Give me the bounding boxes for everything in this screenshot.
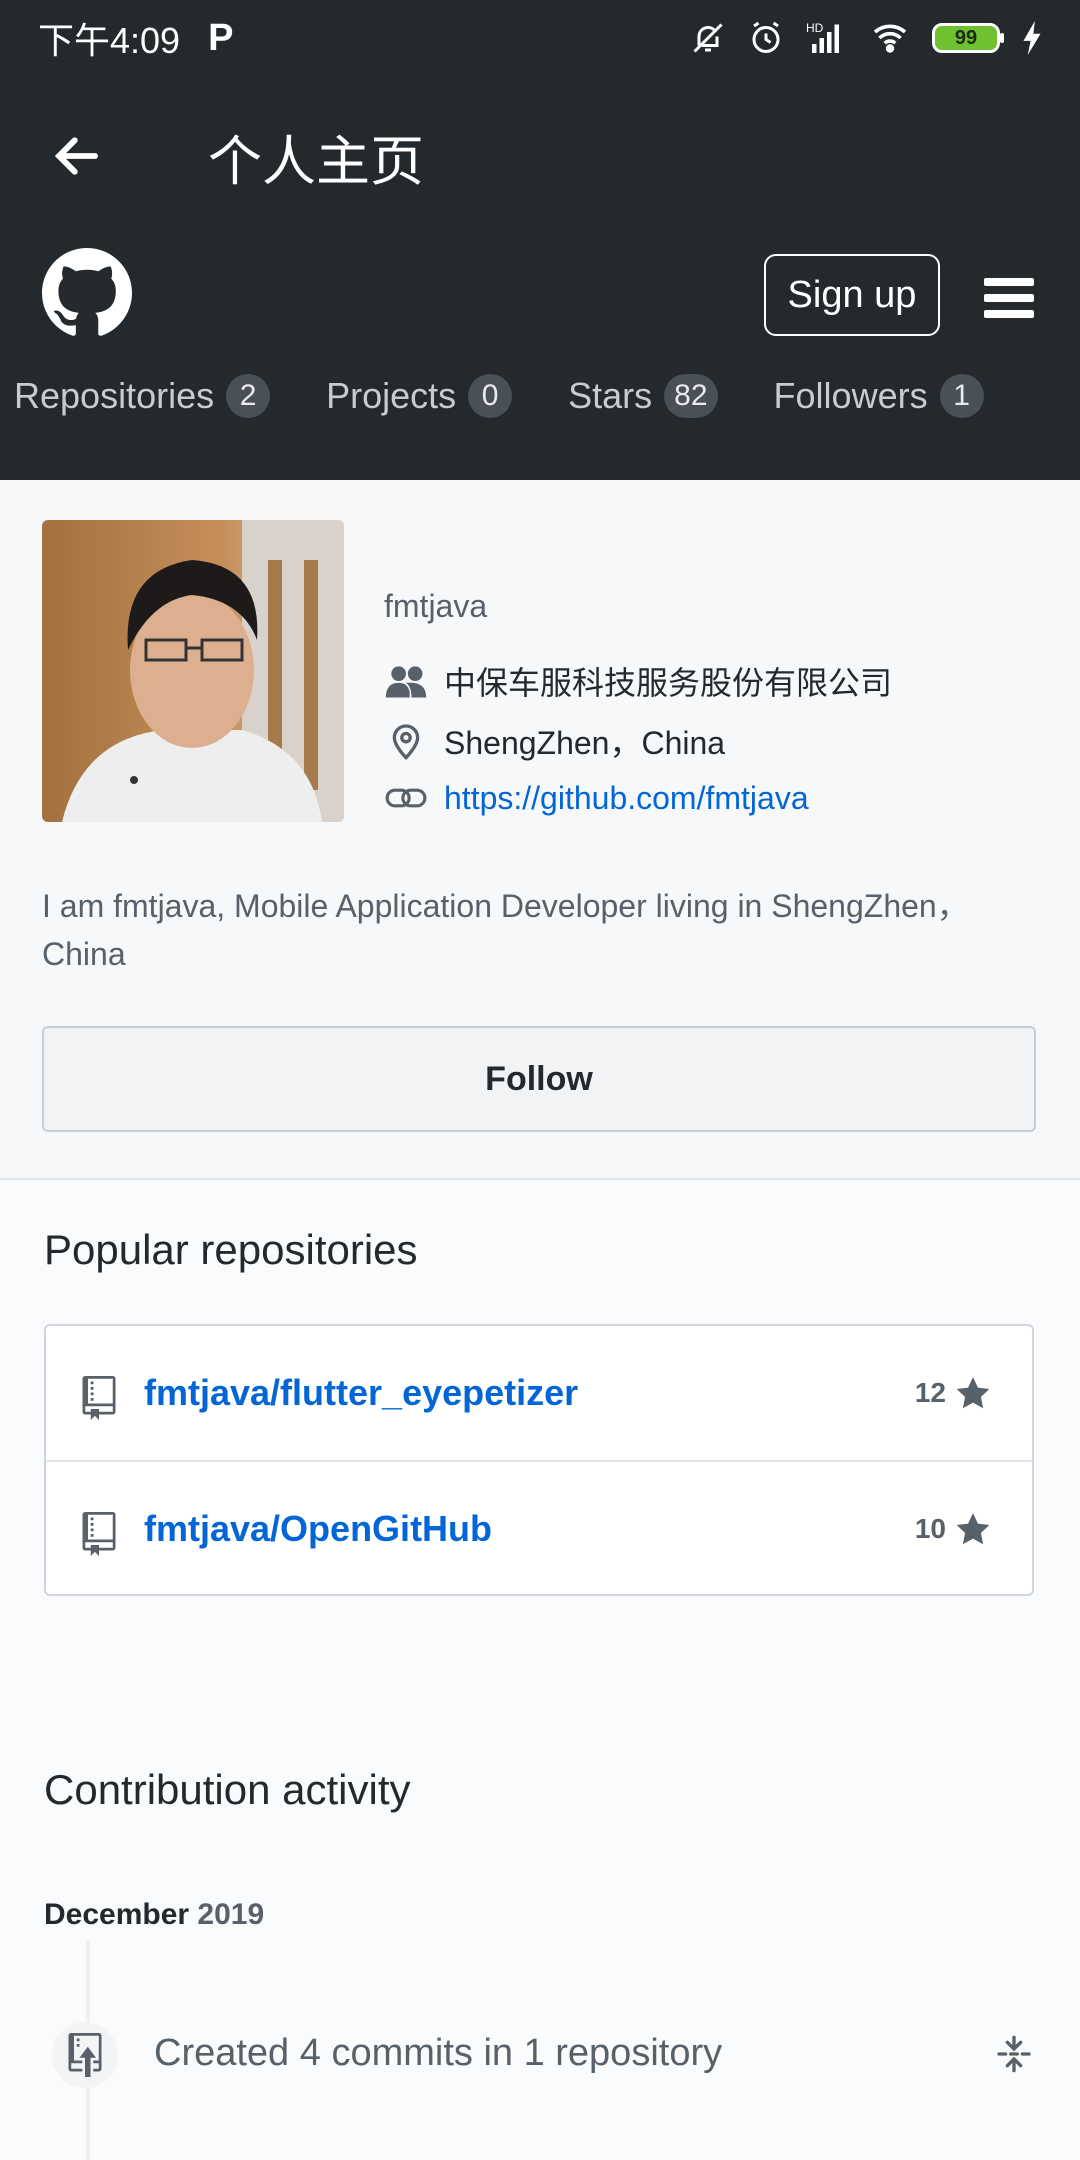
website-link[interactable]: https://github.com/fmtjava: [444, 780, 809, 817]
profile-tabs: Repositories 2 Projects 0 Stars 82 Follo…: [14, 374, 984, 418]
activity-month: December 2019: [44, 1898, 264, 1932]
popular-repositories-title: Popular repositories: [44, 1226, 418, 1273]
unfold-icon[interactable]: [994, 2032, 1034, 2076]
profile-bio: I am fmtjava, Mobile Application Develop…: [42, 888, 969, 972]
status-time: 下午4:09: [38, 20, 181, 61]
charging-icon: [1023, 21, 1041, 55]
tab-label: Stars: [568, 375, 653, 416]
tab-label: Projects: [326, 375, 457, 416]
repo-name-link[interactable]: fmtjava/OpenGitHub: [144, 1508, 492, 1550]
star-count: 12: [914, 1377, 946, 1408]
list-item[interactable]: fmtjava/flutter_eyepetizer 12: [46, 1326, 1032, 1460]
month-label: December: [44, 1898, 190, 1931]
organization-row: 中保车服科技服务股份有限公司: [384, 658, 892, 704]
tab-followers[interactable]: Followers 1: [774, 374, 984, 418]
tab-repositories[interactable]: Repositories 2: [14, 374, 271, 418]
menu-icon[interactable]: [984, 278, 1034, 318]
repo-icon: [82, 1512, 116, 1556]
back-arrow-icon[interactable]: [50, 129, 104, 183]
star-count: 10: [914, 1513, 946, 1544]
tab-count: 82: [664, 374, 718, 418]
tab-projects[interactable]: Projects 0: [326, 374, 513, 418]
popular-repos-list: fmtjava/flutter_eyepetizer 12 fmtjava/Op…: [44, 1324, 1034, 1596]
status-bar: 下午4:09 P HD 99: [0, 0, 1080, 76]
mute-icon: [693, 23, 723, 53]
activity-item-text: Created 4 commits in 1 repository: [154, 2032, 723, 2074]
battery-icon: 99: [932, 23, 1004, 53]
repo-push-icon: [68, 2033, 102, 2077]
tab-count: 1: [939, 374, 984, 418]
follow-button[interactable]: Follow: [42, 1026, 1036, 1132]
avatar[interactable]: [42, 520, 344, 822]
profile-username: fmtjava: [384, 588, 488, 624]
page-title: 个人主页: [208, 131, 424, 192]
tab-count: 2: [226, 374, 271, 418]
year-label: 2019: [197, 1898, 265, 1931]
location-pin-icon: [392, 724, 420, 761]
svg-text:HD: HD: [806, 21, 824, 35]
link-icon: [385, 788, 427, 808]
tab-count: 0: [468, 374, 513, 418]
sign-up-button[interactable]: Sign up: [764, 254, 940, 336]
signal-icon: HD: [806, 21, 839, 53]
tab-label: Followers: [773, 375, 928, 416]
website-row: https://github.com/fmtjava: [384, 778, 809, 818]
tab-label: Repositories: [14, 375, 215, 416]
app-bar: 个人主页: [0, 76, 1080, 236]
repo-stars: 10: [915, 1510, 992, 1548]
app-indicator-icon: P: [208, 16, 234, 59]
alarm-icon: [752, 21, 780, 53]
star-icon: [956, 1377, 990, 1409]
location-row: ShengZhen，China: [384, 718, 725, 764]
list-item[interactable]: fmtjava/OpenGitHub 10: [46, 1460, 1032, 1596]
wifi-icon: [873, 24, 907, 53]
repo-icon: [82, 1376, 116, 1420]
repo-name-link[interactable]: fmtjava/flutter_eyepetizer: [144, 1372, 578, 1414]
location-text: ShengZhen，China: [444, 725, 726, 761]
tab-stars[interactable]: Stars 82: [568, 374, 718, 418]
organization-text: 中保车服科技服务股份有限公司: [444, 665, 893, 701]
commit-icon-badge: [52, 2022, 118, 2088]
star-icon: [956, 1513, 990, 1545]
github-header: Sign up Repositories 2 Projects 0 Stars …: [0, 236, 1080, 480]
profile-section: fmtjava 中保车服科技服务股份有限公司 ShengZhen，China h…: [0, 480, 1080, 1180]
github-logo-icon[interactable]: [42, 248, 132, 338]
battery-level: 99: [954, 26, 978, 49]
contribution-activity-title: Contribution activity: [44, 1766, 411, 1813]
repo-stars: 12: [915, 1374, 992, 1412]
people-icon: [385, 666, 427, 698]
